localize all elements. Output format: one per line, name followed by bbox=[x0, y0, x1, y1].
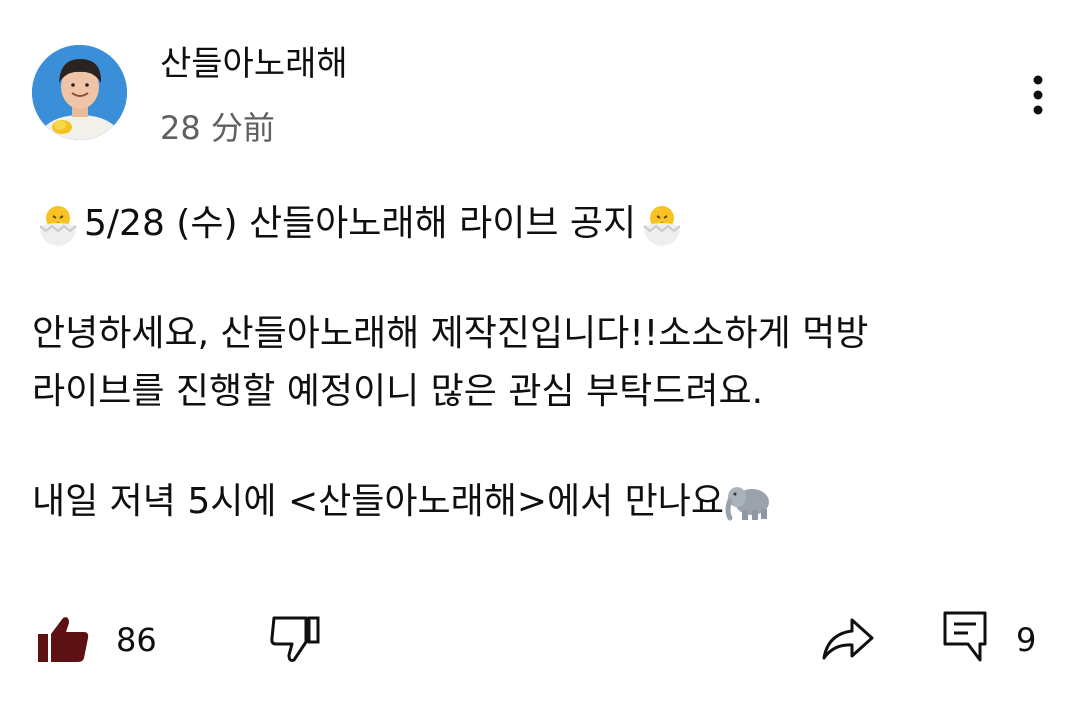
thumbs-up-filled-icon bbox=[38, 617, 89, 662]
hatching-chick-icon bbox=[32, 198, 84, 250]
share-button[interactable] bbox=[820, 614, 876, 664]
post-timestamp: 28 分前 bbox=[160, 109, 275, 147]
post-body: 5/28 (수) 산들아노래해 라이브 공지 안녕하세요, 산들아노래해 제작진… bbox=[32, 195, 1042, 531]
action-bar: 86 9 bbox=[0, 600, 1080, 676]
elephant-icon bbox=[724, 480, 774, 524]
community-post: 산들아노래해 28 分前 5/28 (수) 산들아노래해 라이브 공지 안녕하세… bbox=[0, 0, 1080, 707]
dislike-button[interactable] bbox=[268, 614, 322, 664]
post-title-line: 5/28 (수) 산들아노래해 라이브 공지 bbox=[32, 195, 1042, 253]
avatar-image bbox=[32, 45, 127, 140]
comment-icon bbox=[943, 611, 987, 662]
more-options-button[interactable] bbox=[1018, 70, 1058, 120]
share-icon bbox=[822, 618, 874, 660]
like-button[interactable] bbox=[36, 614, 90, 664]
hatching-chick-icon bbox=[636, 198, 688, 250]
post-paragraph-line: 라이브를 진행할 예정이니 많은 관심 부탁드려요. bbox=[32, 371, 764, 412]
like-count: 86 bbox=[116, 621, 157, 659]
post-closing-text: 내일 저녁 5시에 <산들아노래해>에서 만나요 bbox=[32, 481, 725, 522]
post-title: 5/28 (수) 산들아노래해 라이브 공지 bbox=[84, 203, 637, 244]
post-closing-line: 내일 저녁 5시에 <산들아노래해>에서 만나요 bbox=[32, 473, 1042, 531]
post-paragraph-line: 안녕하세요, 산들아노래해 제작진입니다!!소소하게 먹방 bbox=[32, 313, 869, 354]
more-vertical-icon bbox=[1033, 75, 1043, 115]
channel-name[interactable]: 산들아노래해 bbox=[160, 42, 348, 86]
comment-button[interactable] bbox=[942, 610, 988, 664]
channel-avatar[interactable] bbox=[32, 45, 127, 140]
thumbs-down-icon bbox=[270, 616, 320, 662]
comment-count: 9 bbox=[1016, 621, 1037, 659]
